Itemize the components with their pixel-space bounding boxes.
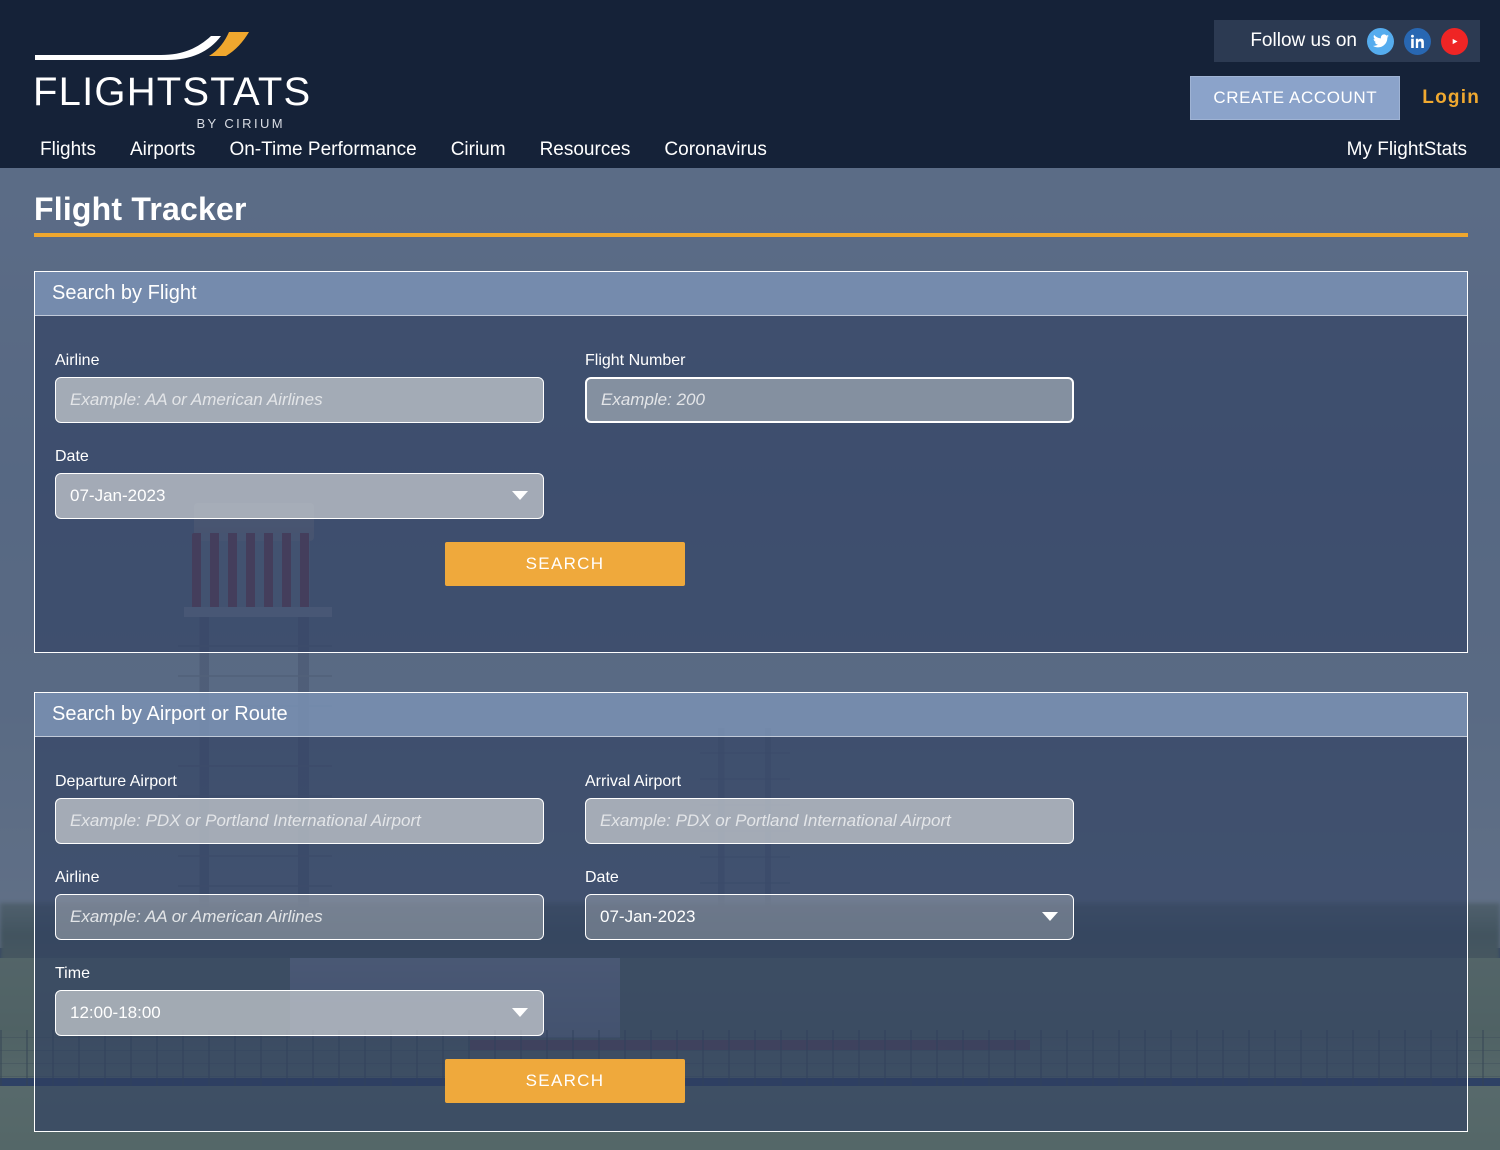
flight-number-input[interactable] [585, 377, 1074, 423]
create-account-button[interactable]: CREATE ACCOUNT [1190, 76, 1401, 120]
date-field-group: Date 07-Jan-2023 [55, 448, 544, 519]
search-by-flight-panel: Search by Flight Airline Flight Number D… [34, 271, 1468, 653]
nav-item-coronavirus[interactable]: Coronavirus [664, 139, 766, 161]
route-date-select-wrap: 07-Jan-2023 [585, 894, 1074, 940]
flight-number-field-group: Flight Number [585, 352, 1074, 423]
twitter-icon[interactable] [1367, 27, 1394, 55]
site-header: FLIGHTSTATS BY CIRIUM Follow us on CREAT… [0, 0, 1500, 132]
my-flightstats-menu[interactable]: My FlightStats [1347, 132, 1467, 168]
departure-airport-label: Departure Airport [55, 773, 177, 790]
departure-airport-input[interactable] [55, 798, 544, 844]
search-by-airport-body: Departure Airport Arrival Airport Airlin… [35, 737, 1467, 1131]
logo-wordmark: FLIGHTSTATS [33, 70, 312, 114]
time-field-group: Time 12:00-18:00 [55, 965, 544, 1036]
flight-number-label: Flight Number [585, 352, 686, 369]
search-by-airport-title: Search by Airport or Route [52, 703, 288, 725]
follow-us-bar: Follow us on [1214, 20, 1480, 62]
search-by-flight-button[interactable]: SEARCH [445, 542, 685, 586]
time-label: Time [55, 965, 90, 982]
search-by-airport-panel: Search by Airport or Route Departure Air… [34, 692, 1468, 1132]
search-by-flight-title: Search by Flight [52, 282, 197, 304]
logo-swoosh-icon [35, 32, 249, 60]
time-select-value: 12:00-18:00 [70, 1003, 161, 1022]
route-date-label: Date [585, 869, 619, 886]
account-actions: CREATE ACCOUNT Login [1190, 76, 1480, 120]
date-select-wrap: 07-Jan-2023 [55, 473, 544, 519]
arrival-airport-label: Arrival Airport [585, 773, 682, 790]
route-date-field-group: Date 07-Jan-2023 [585, 869, 1074, 940]
main-navigation: Flights Airports On-Time Performance Cir… [0, 132, 1500, 168]
date-select[interactable]: 07-Jan-2023 [55, 473, 544, 519]
flightstats-logo[interactable]: FLIGHTSTATS BY CIRIUM [33, 30, 310, 131]
linkedin-glyph [1410, 34, 1424, 48]
logo-subtitle: BY CIRIUM [196, 116, 285, 131]
arrival-airport-input[interactable] [585, 798, 1074, 844]
airline-label: Airline [55, 352, 100, 369]
nav-item-flights[interactable]: Flights [40, 139, 96, 161]
arrival-airport-field-group: Arrival Airport [585, 773, 1074, 844]
twitter-glyph [1372, 34, 1389, 48]
youtube-icon[interactable] [1441, 27, 1468, 55]
nav-item-cirium[interactable]: Cirium [451, 139, 506, 161]
airline-field-group: Airline [55, 352, 544, 423]
route-date-select-value: 07-Jan-2023 [600, 907, 696, 926]
nav-item-resources[interactable]: Resources [540, 139, 631, 161]
search-by-airport-header: Search by Airport or Route [35, 693, 1467, 737]
departure-airport-field-group: Departure Airport [55, 773, 544, 844]
search-by-flight-body: Airline Flight Number Date 07-Jan-2023 S… [35, 316, 1467, 652]
title-underline [34, 233, 1468, 237]
airline-input[interactable] [55, 377, 544, 423]
route-airline-input[interactable] [55, 894, 544, 940]
youtube-glyph [1446, 35, 1463, 47]
date-label: Date [55, 448, 89, 465]
route-date-select[interactable]: 07-Jan-2023 [585, 894, 1074, 940]
nav-item-airports[interactable]: Airports [130, 139, 195, 161]
page-title: Flight Tracker [34, 191, 247, 227]
date-select-value: 07-Jan-2023 [70, 486, 166, 505]
route-airline-label: Airline [55, 869, 100, 886]
follow-us-label: Follow us on [1250, 30, 1357, 51]
nav-item-my-flightstats[interactable]: My FlightStats [1347, 139, 1467, 161]
time-select[interactable]: 12:00-18:00 [55, 990, 544, 1036]
login-link[interactable]: Login [1422, 87, 1480, 109]
search-by-airport-button[interactable]: SEARCH [445, 1059, 685, 1103]
nav-item-on-time-performance[interactable]: On-Time Performance [229, 139, 416, 161]
time-select-wrap: 12:00-18:00 [55, 990, 544, 1036]
search-by-flight-header: Search by Flight [35, 272, 1467, 316]
linkedin-icon[interactable] [1404, 27, 1431, 55]
nav-items: Flights Airports On-Time Performance Cir… [40, 132, 767, 168]
route-airline-field-group: Airline [55, 869, 544, 940]
